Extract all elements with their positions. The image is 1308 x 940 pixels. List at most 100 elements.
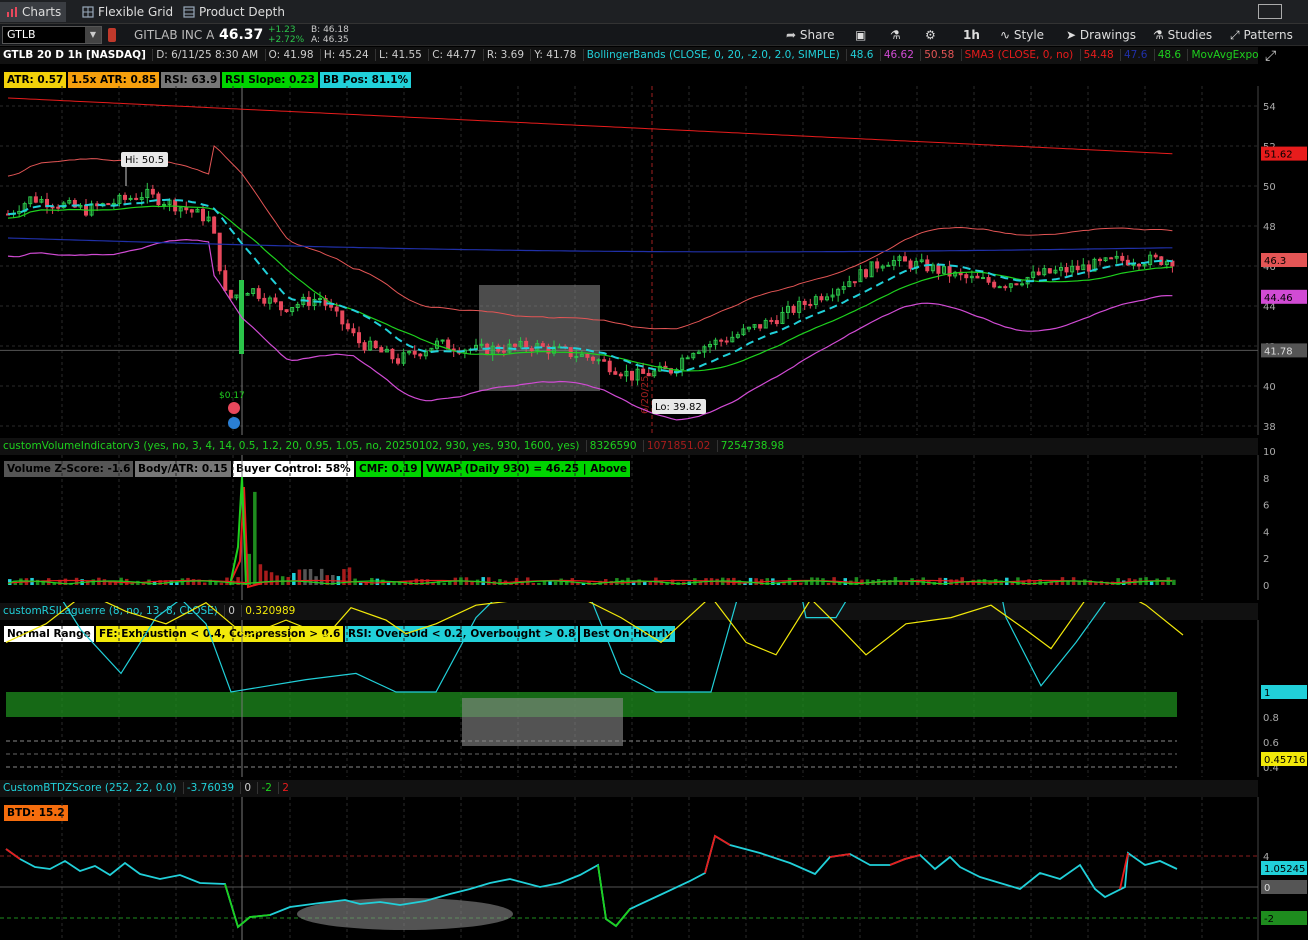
volume-chart-svg: 10 8 6 4 2 0 <box>7 447 1276 600</box>
volume-bar <box>798 582 803 585</box>
link-icon[interactable] <box>108 28 116 42</box>
candle-body <box>262 297 267 304</box>
btd-pane[interactable]: CustomBTDZScore (252, 22, 0.0) -3.76039 … <box>0 779 1308 940</box>
candle-body <box>228 289 233 299</box>
volume-pane[interactable]: customVolumeIndicatorv3 (yes, no, 3, 4, … <box>0 437 1308 600</box>
tab-label: Charts <box>22 5 62 19</box>
tab-label: Product Depth <box>199 5 285 19</box>
studies-label: Studies <box>1167 28 1213 42</box>
volume-bar <box>748 577 753 585</box>
candle-body <box>903 256 907 262</box>
candle-body <box>886 264 891 267</box>
candle-body <box>106 203 111 206</box>
chart-area[interactable]: GTLB 20 D 1h [NASDAQ] D: 6/11/25 8:30 AM… <box>0 46 1308 940</box>
candle-body <box>273 297 278 303</box>
candle-body <box>758 324 763 329</box>
volume-bar <box>553 581 558 585</box>
volume-tick: 0 <box>1263 581 1269 592</box>
candle-body <box>540 343 545 347</box>
cursor-icon: ➤ <box>1066 28 1077 42</box>
candle-body <box>1020 283 1024 286</box>
candle-body <box>390 348 395 360</box>
candle-body <box>908 260 913 269</box>
price-badge: 46.3 <box>1264 256 1286 267</box>
volume-bar <box>292 572 296 585</box>
candle-body <box>1109 257 1114 260</box>
btd-red-segment <box>5 848 21 860</box>
candle-body <box>630 370 634 381</box>
candle-body <box>1047 268 1052 274</box>
btd-badge: -2 <box>1264 914 1274 925</box>
symbol-input[interactable]: GTLB ▼ <box>2 26 102 44</box>
volume-bar <box>1160 582 1165 585</box>
price-pane[interactable]: GTLB 20 D 1h [NASDAQ] D: 6/11/25 8:30 AM… <box>0 46 1308 435</box>
candle-body <box>150 188 155 195</box>
tab-charts[interactable]: Charts <box>0 2 66 22</box>
candle-body <box>975 275 980 279</box>
candle-body <box>501 350 506 353</box>
rsi-tick: 0.6 <box>1263 738 1279 749</box>
candle-body <box>1137 263 1141 267</box>
candle-body <box>340 310 345 325</box>
lo-callout: Lo: 39.82 <box>655 402 702 413</box>
candle-body <box>173 199 178 212</box>
drawings-label: Drawings <box>1079 28 1137 42</box>
candle-body <box>223 270 228 291</box>
rsi-badge: 1 <box>1264 688 1270 699</box>
company-name: GITLAB INC A <box>134 28 215 42</box>
patterns-button[interactable]: ⤢ Patterns <box>1230 24 1293 46</box>
maximize-icon[interactable] <box>1258 4 1282 19</box>
rsi-pane[interactable]: customRSILaguerre (8, no, 13, 8, CLOSE) … <box>0 602 1308 777</box>
gear-icon[interactable]: ⚙ <box>925 24 936 46</box>
earnings-icon <box>228 402 240 414</box>
style-button[interactable]: ∿ Style <box>1000 24 1044 46</box>
volume-bar <box>297 569 302 585</box>
volume-bar <box>693 578 697 585</box>
candle-body <box>396 358 400 364</box>
hi-callout: Hi: 50.5 <box>125 155 164 166</box>
drawings-button[interactable]: ➤ Drawings <box>1066 24 1136 46</box>
candle-body <box>613 371 618 375</box>
tab-flexible-grid[interactable]: Flexible Grid <box>76 2 181 22</box>
candle-body <box>212 216 217 234</box>
volume-bar <box>436 580 441 585</box>
candle-body <box>1120 255 1125 261</box>
flask-icon[interactable]: ⚗ <box>890 24 901 46</box>
candle-body <box>329 304 334 308</box>
volume-bar <box>358 582 363 585</box>
volume-bar <box>375 578 380 585</box>
candle-body <box>791 305 796 313</box>
btd-badge: 1.05245 <box>1264 864 1305 875</box>
volume-bar <box>1155 578 1159 585</box>
candle-body <box>201 208 205 222</box>
share-button[interactable]: ➦ Share <box>786 24 835 46</box>
candle-body <box>1064 267 1069 273</box>
price-badge: 51.62 <box>1264 150 1293 161</box>
candle-body <box>1098 258 1102 262</box>
candle-body <box>819 296 824 301</box>
studies-button[interactable]: ⚗ Studies <box>1153 24 1212 46</box>
btd-line <box>5 834 1178 929</box>
candle-body <box>997 286 1002 289</box>
btd-red-segment <box>704 834 731 874</box>
candle-body <box>351 328 356 334</box>
timeframe-button[interactable]: 1h <box>963 24 980 46</box>
volume-bar <box>175 582 179 585</box>
candle-body <box>412 350 417 355</box>
candle-body <box>513 343 517 347</box>
candle-body <box>585 353 590 358</box>
candle-body <box>1036 271 1041 276</box>
volume-bar <box>921 577 925 585</box>
candle-body <box>189 209 194 213</box>
candle-body <box>33 196 38 203</box>
candle-body <box>128 197 133 200</box>
candle-body <box>529 348 534 352</box>
volume-bar <box>219 582 224 585</box>
candle-body <box>123 194 127 200</box>
candle-body <box>875 261 880 269</box>
candle-body <box>769 319 774 322</box>
chevron-down-icon[interactable]: ▼ <box>85 27 101 43</box>
candle-body <box>279 301 283 311</box>
calendar-icon[interactable]: ▣ <box>855 24 866 46</box>
btd-chart-svg: 420-2-41.052450-2 <box>0 797 1307 940</box>
